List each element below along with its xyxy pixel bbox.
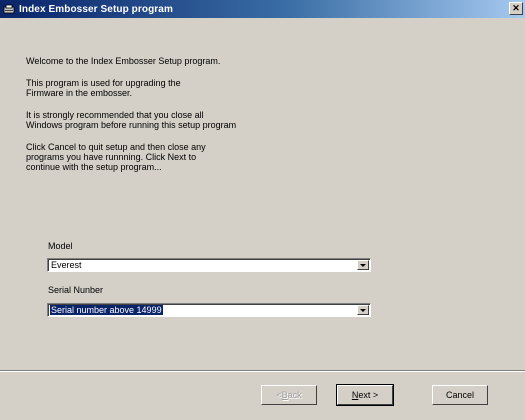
- title-bar[interactable]: Index Embosser Setup program ✕: [0, 0, 525, 18]
- recommendation-text: It is strongly recommended that you clos…: [26, 110, 237, 130]
- next-button-label: ext >: [358, 390, 379, 400]
- model-select[interactable]: Everest: [47, 258, 371, 272]
- next-button[interactable]: Next >: [336, 384, 394, 406]
- separator: [0, 370, 525, 372]
- serial-number-select-value: Serial number above 14999: [50, 305, 163, 315]
- cancel-button[interactable]: Cancel: [432, 385, 488, 405]
- close-icon: ✕: [512, 3, 520, 13]
- welcome-text: Welcome to the Index Embosser Setup prog…: [26, 56, 221, 66]
- model-select-value: Everest: [51, 260, 82, 270]
- cancel-button-label: Cancel: [445, 390, 474, 400]
- instructions-text: Click Cancel to quit setup and then clos…: [26, 142, 206, 172]
- window-title: Index Embosser Setup program: [19, 3, 173, 15]
- serial-number-dropdown-button[interactable]: [357, 305, 369, 315]
- setup-icon: [3, 4, 15, 15]
- serial-number-label: Serial Nunber: [48, 285, 104, 295]
- purpose-text: This program is used for upgrading the F…: [26, 78, 181, 98]
- serial-number-select[interactable]: Serial number above 14999: [47, 303, 371, 317]
- model-dropdown-button[interactable]: [357, 260, 369, 270]
- close-button[interactable]: ✕: [509, 2, 523, 15]
- back-button[interactable]: < Back: [261, 385, 317, 405]
- chevron-down-icon: [360, 308, 366, 312]
- chevron-down-icon: [360, 263, 366, 267]
- back-button-label: ack: [287, 390, 302, 400]
- model-label: Model: [48, 241, 73, 251]
